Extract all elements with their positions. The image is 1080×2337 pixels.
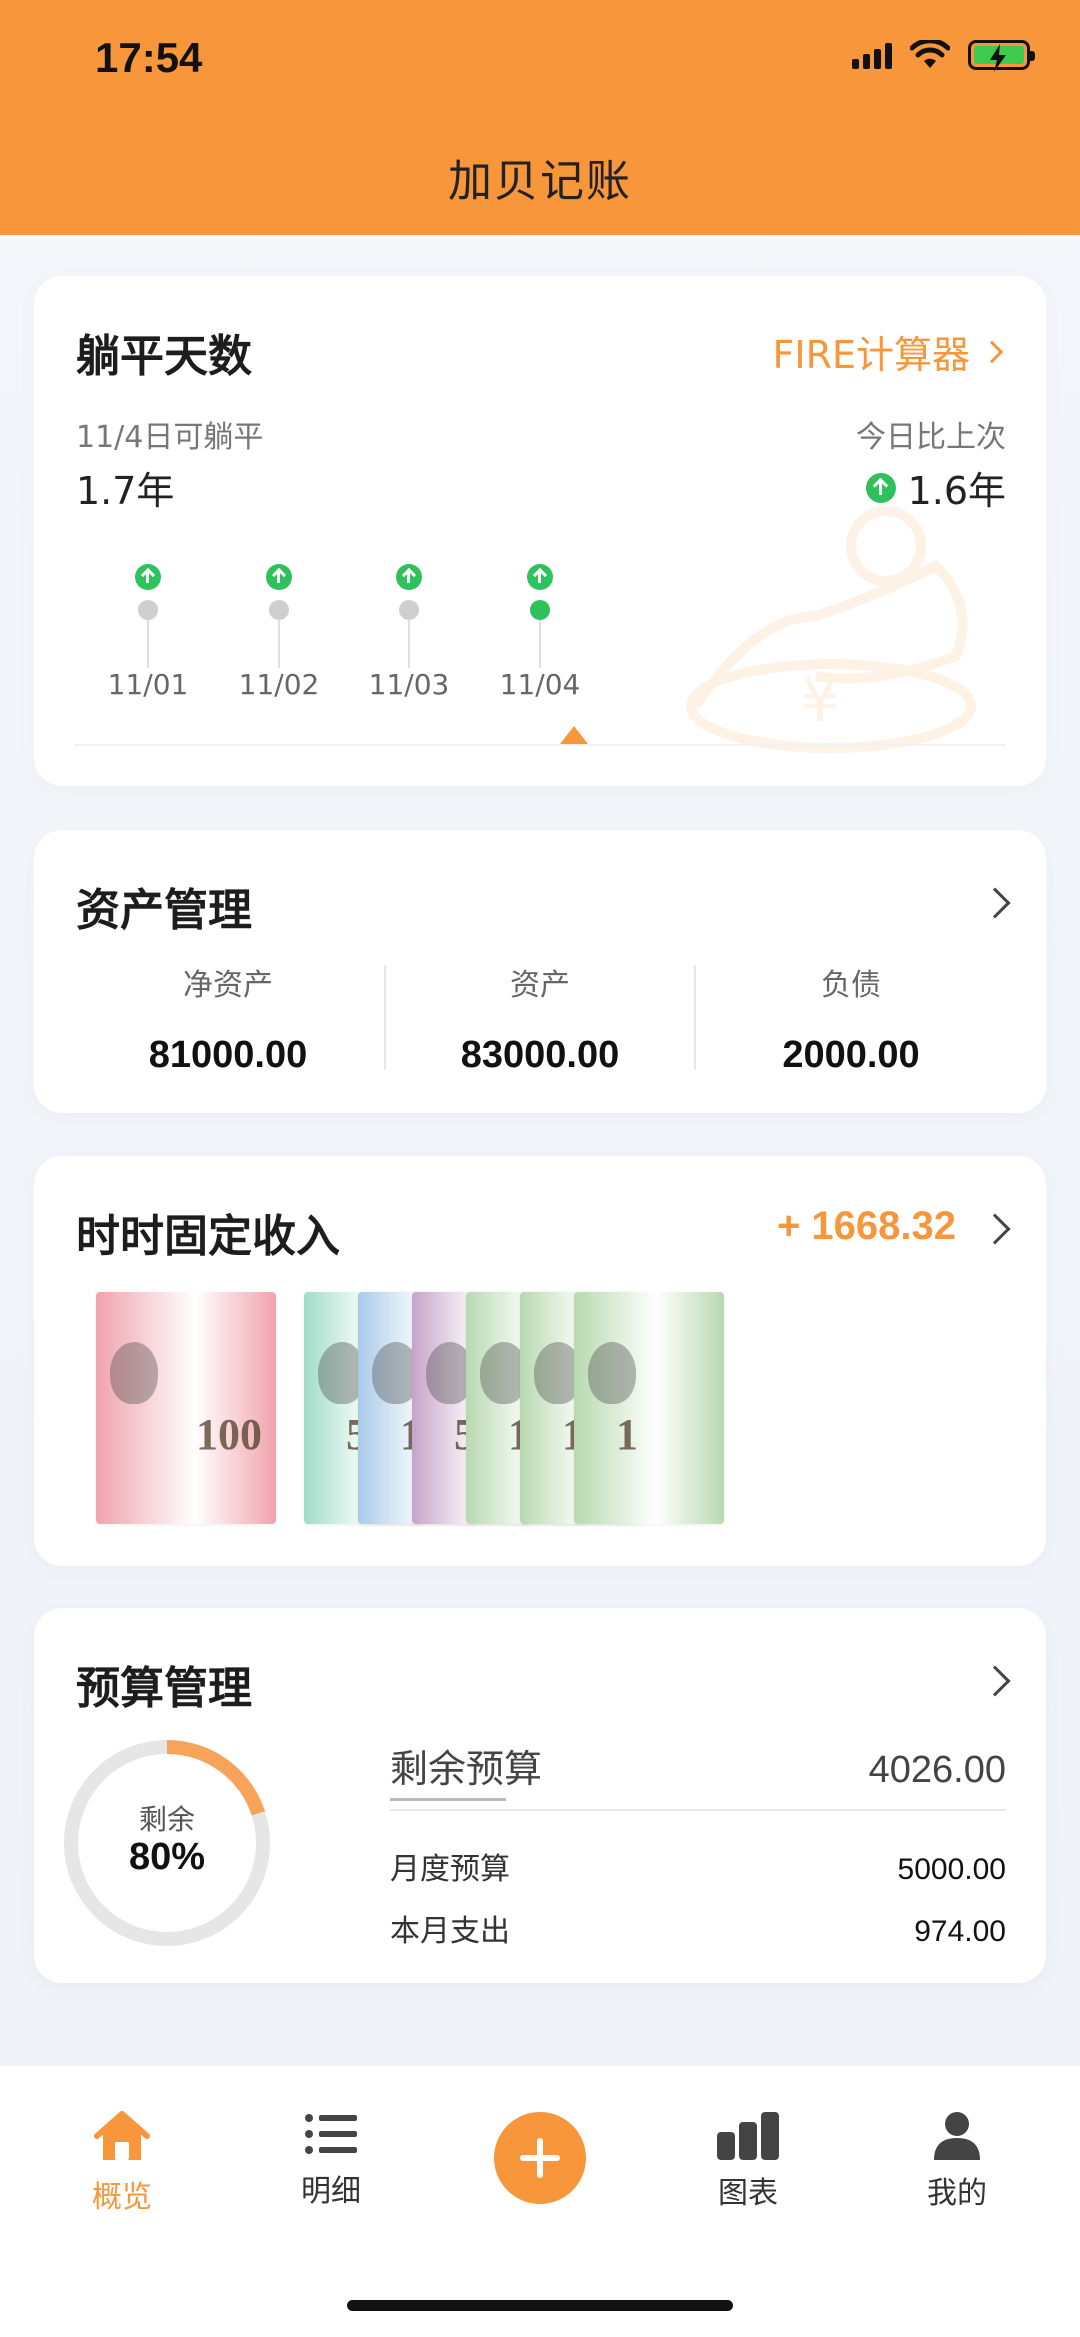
monthly-spent-value: 974.00 bbox=[914, 1915, 1006, 1948]
bar-chart-icon bbox=[717, 2112, 779, 2160]
timeline-dot bbox=[269, 600, 289, 620]
monthly-spent-row: 本月支出 974.00 bbox=[390, 1906, 1006, 1950]
banknote: 1 bbox=[574, 1292, 724, 1524]
remaining-budget-label: 剩余预算 bbox=[390, 1747, 543, 1791]
user-icon bbox=[934, 2112, 980, 2160]
chevron-right-icon[interactable] bbox=[979, 887, 1011, 919]
assets-card-title: 资产管理 bbox=[76, 885, 252, 936]
net-assets-label: 净资产 bbox=[183, 968, 273, 1003]
nav-charts[interactable]: 图表 bbox=[678, 2110, 818, 2212]
banknote: 100 bbox=[96, 1292, 276, 1524]
status-icons bbox=[852, 40, 1035, 72]
assets-card[interactable]: 资产管理 净资产 81000.00 资产 83000.00 负债 2000.00 bbox=[34, 830, 1046, 1113]
portrait-icon bbox=[110, 1342, 158, 1404]
total-assets-label: 资产 bbox=[510, 968, 570, 1003]
debt-value: 2000.00 bbox=[782, 1034, 920, 1076]
budget-card-title: 预算管理 bbox=[76, 1663, 252, 1714]
ring-value: 80% bbox=[128, 1836, 206, 1878]
chevron-right-icon[interactable] bbox=[979, 1665, 1011, 1697]
nav-mine-label: 我的 bbox=[927, 2176, 987, 2211]
up-arrow-icon bbox=[266, 564, 292, 590]
banknote-denomination: 1 bbox=[616, 1410, 638, 1459]
debt-label: 负债 bbox=[821, 968, 881, 1003]
monthly-spent-label: 本月支出 bbox=[390, 1914, 510, 1949]
total-assets-stat: 资产 83000.00 bbox=[385, 960, 695, 1077]
net-assets-stat: 净资产 81000.00 bbox=[73, 960, 383, 1077]
monthly-budget-label: 月度预算 bbox=[390, 1852, 510, 1887]
home-icon bbox=[94, 2111, 150, 2160]
chevron-right-icon[interactable] bbox=[979, 1213, 1011, 1245]
debt-stat: 负债 2000.00 bbox=[696, 960, 1006, 1077]
timeline-date: 11/04 bbox=[499, 668, 581, 701]
up-arrow-icon bbox=[135, 564, 161, 590]
selected-marker-icon bbox=[560, 726, 588, 744]
nav-detail[interactable]: 明细 bbox=[261, 2110, 401, 2210]
nav-mine[interactable]: 我的 bbox=[887, 2110, 1027, 2212]
add-record-button[interactable] bbox=[494, 2112, 586, 2204]
monthly-budget-value: 5000.00 bbox=[897, 1853, 1006, 1886]
nav-overview[interactable]: 概览 bbox=[52, 2110, 192, 2216]
ring-label: 剩余 bbox=[138, 1803, 195, 1836]
fixed-income-card[interactable]: 时时固定收入 + 1668.32 10050105111 bbox=[34, 1156, 1046, 1566]
wifi-icon bbox=[910, 40, 950, 68]
budget-card[interactable]: 预算管理 剩余 80% 剩余预算 4026.00 月度预算 5000.00 本月… bbox=[34, 1608, 1046, 1983]
timeline-date: 11/01 bbox=[107, 668, 189, 701]
total-assets-value: 83000.00 bbox=[460, 1034, 620, 1076]
home-indicator[interactable] bbox=[347, 2300, 733, 2311]
timeline-dot bbox=[138, 600, 158, 620]
income-value: + 1668.32 bbox=[776, 1204, 956, 1248]
timeline-dot-active bbox=[530, 600, 550, 620]
timeline-date: 11/02 bbox=[238, 668, 320, 701]
battery-icon bbox=[968, 40, 1035, 72]
list-icon bbox=[305, 2114, 357, 2154]
banknote-stack: 10050105111 bbox=[96, 1292, 976, 1532]
nav-charts-label: 图表 bbox=[718, 2176, 778, 2211]
portrait-icon bbox=[588, 1342, 636, 1404]
fire-card: ¥ 躺平天数 FIRE计算器 11/4日可躺平 1.7年 今日比上次 1.6年 … bbox=[34, 276, 1046, 786]
status-time: 17:54 bbox=[95, 34, 203, 81]
net-assets-value: 81000.00 bbox=[148, 1034, 308, 1076]
page-title: 加贝记账 bbox=[448, 156, 632, 207]
banknote-denomination: 100 bbox=[196, 1410, 262, 1459]
app-header: 17:54 加贝记账 bbox=[0, 0, 1080, 235]
timeline-date: 11/03 bbox=[368, 668, 450, 701]
nav-overview-label: 概览 bbox=[92, 2180, 152, 2215]
timeline-dot bbox=[399, 600, 419, 620]
monthly-budget-row: 月度预算 5000.00 bbox=[390, 1844, 1006, 1888]
income-card-title: 时时固定收入 bbox=[76, 1211, 340, 1262]
nav-detail-label: 明细 bbox=[301, 2174, 361, 2209]
up-arrow-icon bbox=[527, 564, 553, 590]
remaining-budget-value: 4026.00 bbox=[868, 1749, 1006, 1791]
fire-timeline: 11/01 11/02 11/03 11/04 bbox=[34, 276, 1046, 786]
cellular-signal-icon bbox=[852, 41, 892, 69]
up-arrow-icon bbox=[396, 564, 422, 590]
